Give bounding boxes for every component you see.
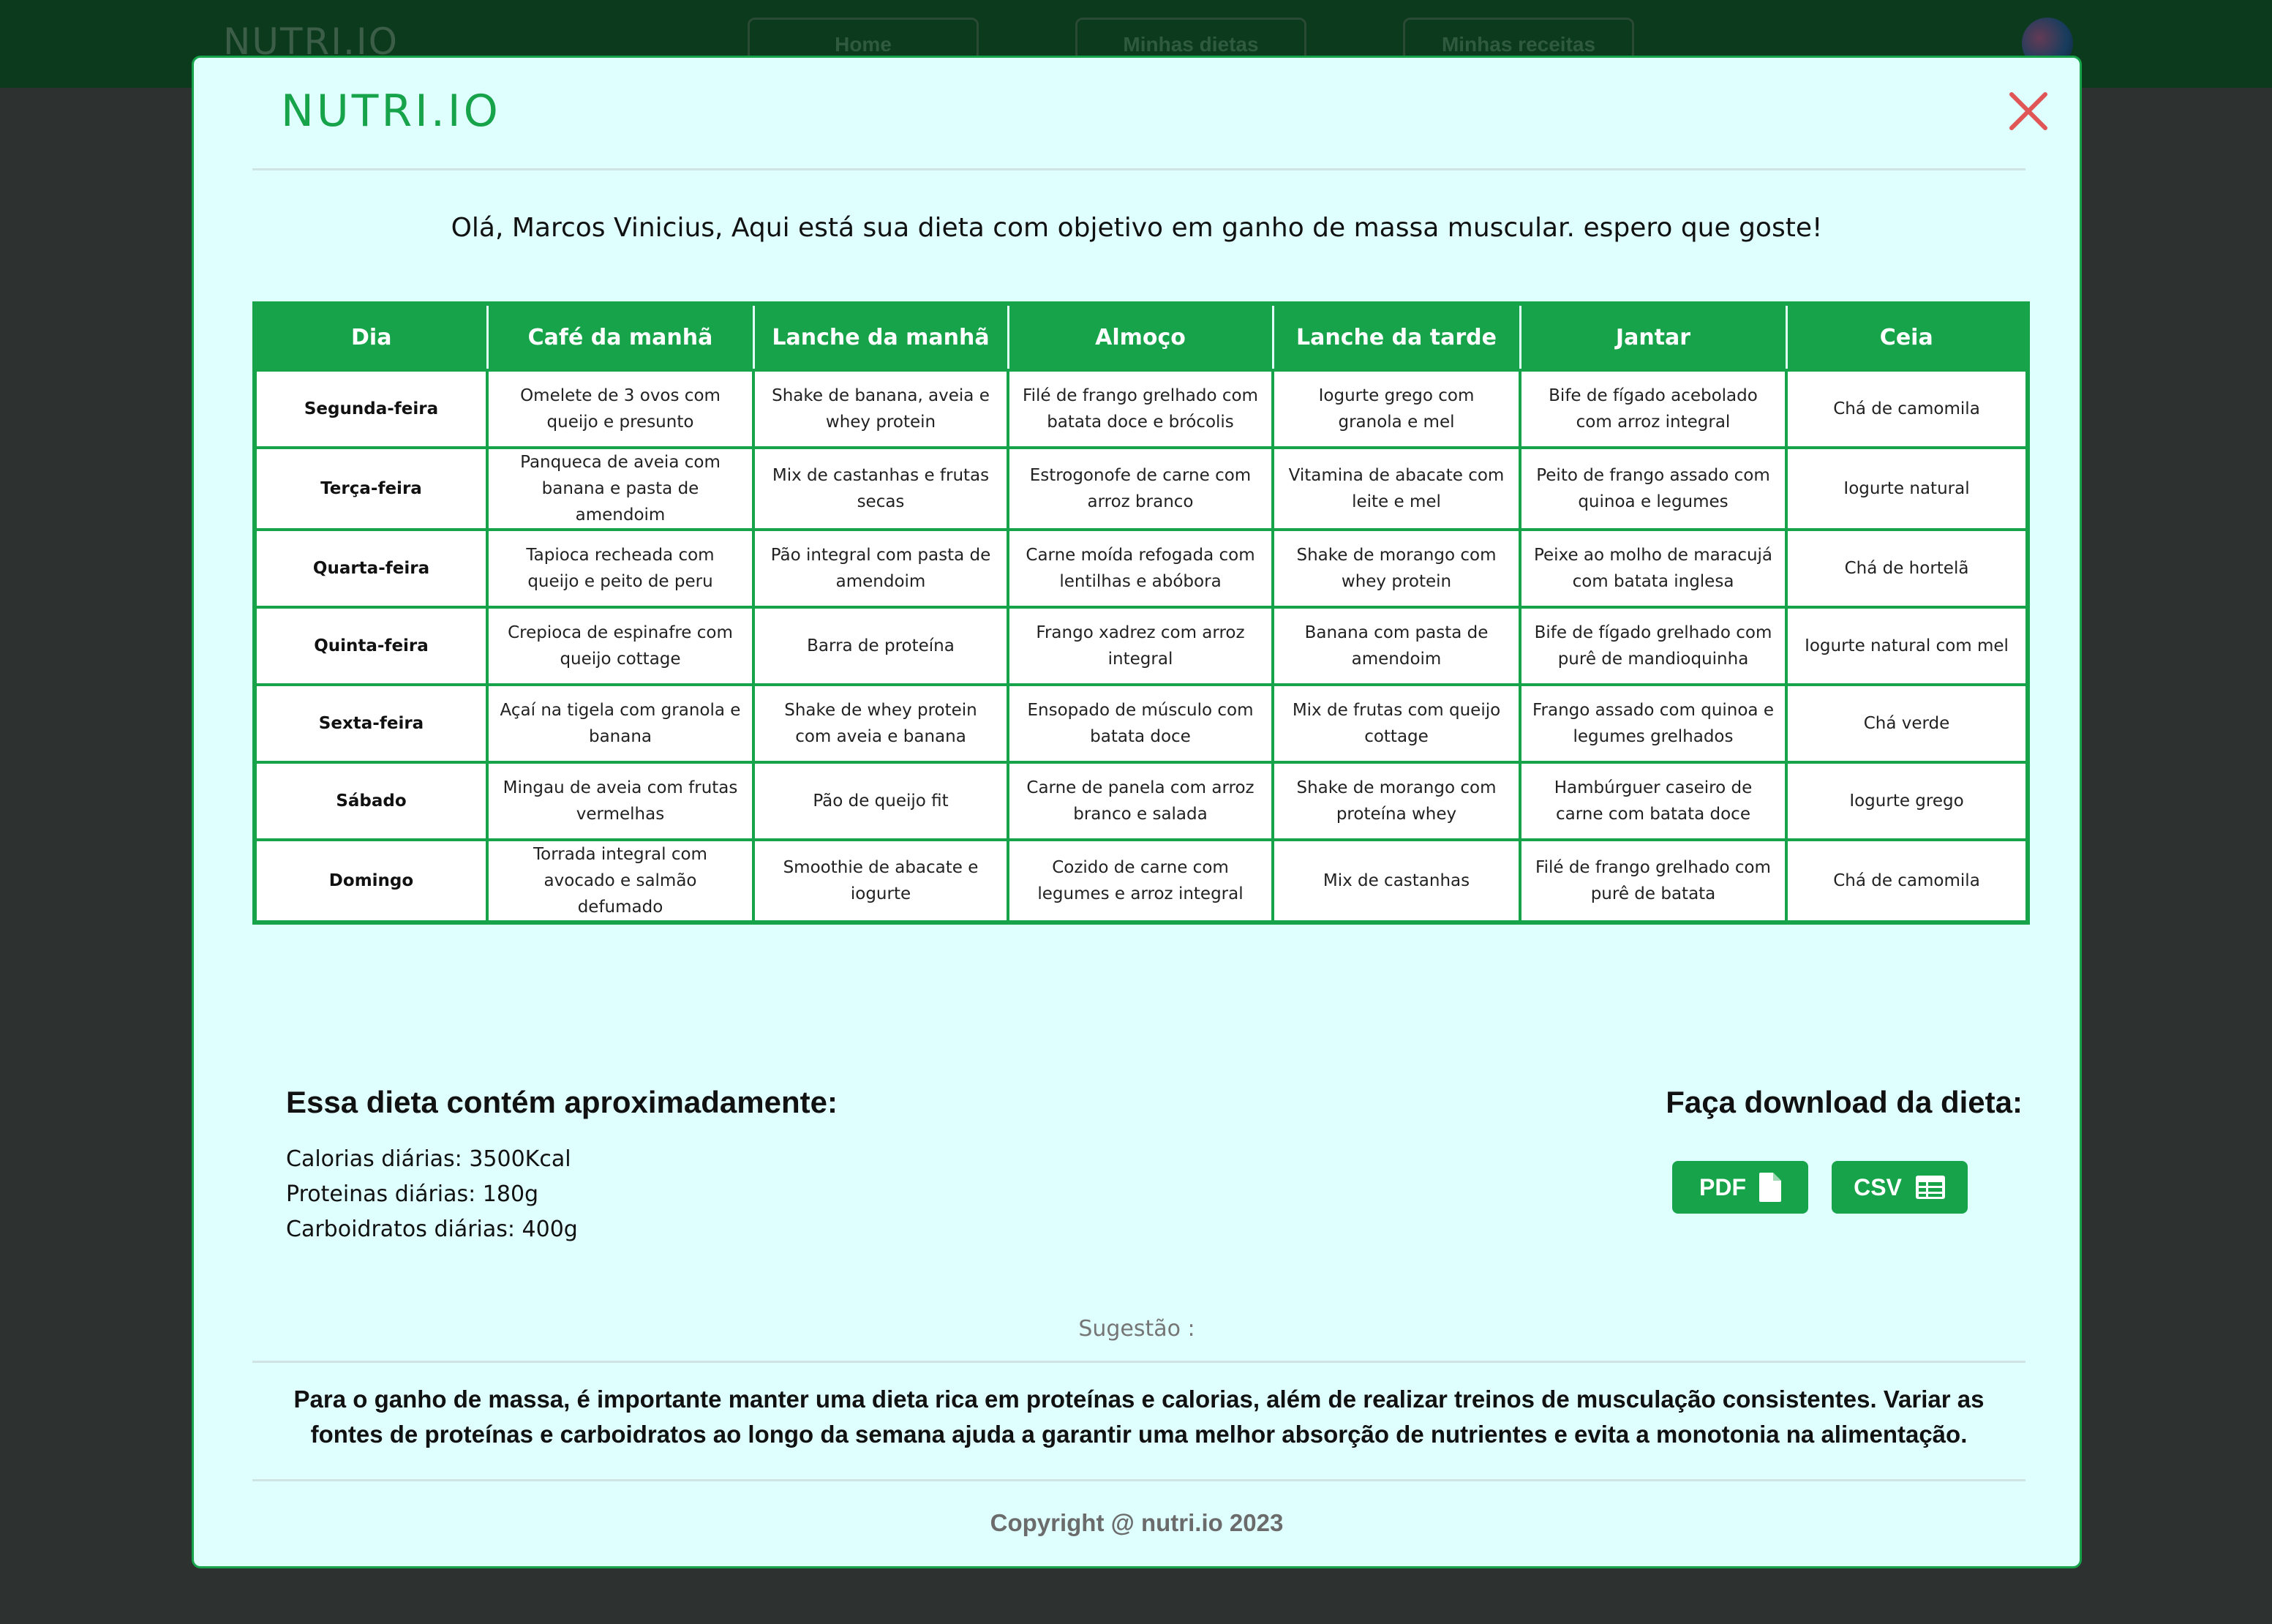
file-icon [1759, 1173, 1781, 1202]
modal-logo: NUTRI.IO [281, 86, 501, 137]
table-row: Sexta-feira Açaí na tigela com granola e… [253, 683, 2029, 764]
table-cell: Bife de fígado grelhado com purê de mand… [1519, 606, 1788, 686]
table-row: Terça-feira Panqueca de aveia com banana… [253, 446, 2029, 531]
macros-title: Essa dieta contém aproximadamente: [286, 1085, 838, 1119]
suggestion-text: Para o ganho de massa, é importante mant… [293, 1386, 1985, 1448]
table-cell: Frango xadrez com arroz integral [1007, 606, 1274, 686]
table-header-row: Dia Café da manhã Lanche da manhã Almoço… [255, 304, 2028, 370]
table-cell: Hambúrguer caseiro de carne com batata d… [1519, 761, 1788, 841]
table-cell: Vitamina de abacate com leite e mel [1271, 446, 1521, 531]
table-cell: Ensopado de músculo com batata doce [1007, 683, 1274, 764]
table-cell: Panqueca de aveia com banana e pasta de … [486, 446, 755, 531]
download-pdf-button[interactable]: PDF [1672, 1161, 1808, 1214]
table-cell: Peito de frango assado com quinoa e legu… [1519, 446, 1788, 531]
table-cell: Omelete de 3 ovos com queijo e presunto [486, 369, 755, 449]
table-row: Segunda-feira Omelete de 3 ovos com quei… [253, 369, 2029, 449]
table-cell: Chá de camomila [1785, 369, 2029, 449]
table-cell-day: Quinta-feira [253, 606, 489, 686]
diet-table: Dia Café da manhã Lanche da manhã Almoço… [252, 301, 2030, 925]
table-cell: Bife de fígado acebolado com arroz integ… [1519, 369, 1788, 449]
table-row: Sábado Mingau de aveia com frutas vermel… [253, 761, 2029, 841]
table-cell: Iogurte grego [1785, 761, 2029, 841]
table-cell: Iogurte natural [1785, 446, 2029, 531]
table-cell-day: Sexta-feira [253, 683, 489, 764]
table-cell: Mix de castanhas e frutas secas [752, 446, 1009, 531]
table-cell: Chá de camomila [1785, 838, 2029, 924]
footer-divider [252, 1479, 2025, 1481]
column-header-afternoon-snack: Lanche da tarde [1271, 304, 1521, 370]
table-cell: Mingau de aveia com frutas vermelhas [486, 761, 755, 841]
table-cell: Estrogonofe de carne com arroz branco [1007, 446, 1274, 531]
download-csv-button[interactable]: CSV [1832, 1161, 1968, 1214]
table-cell: Açaí na tigela com granola e banana [486, 683, 755, 764]
column-header-lunch: Almoço [1007, 304, 1274, 370]
download-pdf-label: PDF [1699, 1173, 1746, 1200]
table-cell: Iogurte natural com mel [1785, 606, 2029, 686]
table-row: Domingo Torrada integral com avocado e s… [253, 838, 2029, 924]
table-cell: Torrada integral com avocado e salmão de… [486, 838, 755, 924]
table-cell-day: Quarta-feira [253, 528, 489, 609]
table-cell: Chá verde [1785, 683, 2029, 764]
column-header-day: Dia [255, 304, 489, 370]
macro-proteins: Proteinas diárias: 180g [286, 1181, 539, 1207]
suggestion-divider [252, 1361, 2025, 1363]
table-cell: Barra de proteína [752, 606, 1009, 686]
table-cell: Tapioca recheada com queijo e peito de p… [486, 528, 755, 609]
table-cell: Iogurte grego com granola e mel [1271, 369, 1521, 449]
table-cell: Shake de morango com whey protein [1271, 528, 1521, 609]
table-cell: Mix de castanhas [1271, 838, 1521, 924]
table-cell: Cozido de carne com legumes e arroz inte… [1007, 838, 1274, 924]
table-row: Quarta-feira Tapioca recheada com queijo… [253, 528, 2029, 609]
table-cell: Carne de panela com arroz branco e salad… [1007, 761, 1274, 841]
macro-carbs: Carboidratos diárias: 400g [286, 1217, 578, 1242]
table-cell: Pão integral com pasta de amendoim [752, 528, 1009, 609]
table-cell: Shake de banana, aveia e whey protein [752, 369, 1009, 449]
table-cell: Banana com pasta de amendoim [1271, 606, 1521, 686]
table-cell: Shake de morango com proteína whey [1271, 761, 1521, 841]
table-cell-day: Sábado [253, 761, 489, 841]
table-cell: Pão de queijo fit [752, 761, 1009, 841]
header-divider [252, 168, 2025, 170]
table-cell: Mix de frutas com queijo cottage [1271, 683, 1521, 764]
table-cell-day: Terça-feira [253, 446, 489, 531]
greeting-message: Olá, Marcos Vinicius, Aqui está sua diet… [451, 213, 1823, 243]
table-cell: Smoothie de abacate e iogurte [752, 838, 1009, 924]
close-button[interactable] [2007, 90, 2050, 132]
copyright-text: Copyright @ nutri.io 2023 [990, 1509, 1284, 1536]
close-icon [2009, 92, 2047, 130]
macro-calories: Calorias diárias: 3500Kcal [286, 1146, 571, 1172]
table-cell: Filé de frango grelhado com purê de bata… [1519, 838, 1788, 924]
download-title: Faça download da dieta: [1666, 1085, 2023, 1119]
suggestion-label: Sugestão : [1078, 1316, 1195, 1342]
column-header-dinner: Jantar [1519, 304, 1788, 370]
table-cell: Shake de whey protein com aveia e banana [752, 683, 1009, 764]
table-cell: Filé de frango grelhado com batata doce … [1007, 369, 1274, 449]
table-cell-day: Domingo [253, 838, 489, 924]
table-cell-day: Segunda-feira [253, 369, 489, 449]
diet-modal: NUTRI.IO Olá, Marcos Vinicius, Aqui está… [192, 56, 2082, 1568]
table-cell: Carne moída refogada com lentilhas e abó… [1007, 528, 1274, 609]
table-cell: Crepioca de espinafre com queijo cottage [486, 606, 755, 686]
table-cell: Frango assado com quinoa e legumes grelh… [1519, 683, 1788, 764]
table-row: Quinta-feira Crepioca de espinafre com q… [253, 606, 2029, 686]
download-csv-label: CSV [1854, 1173, 1902, 1200]
column-header-breakfast: Café da manhã [486, 304, 755, 370]
table-cell: Peixe ao molho de maracujá com batata in… [1519, 528, 1788, 609]
column-header-morning-snack: Lanche da manhã [752, 304, 1009, 370]
table-icon [1915, 1176, 1945, 1199]
table-cell: Chá de hortelã [1785, 528, 2029, 609]
column-header-supper: Ceia [1785, 304, 2028, 370]
